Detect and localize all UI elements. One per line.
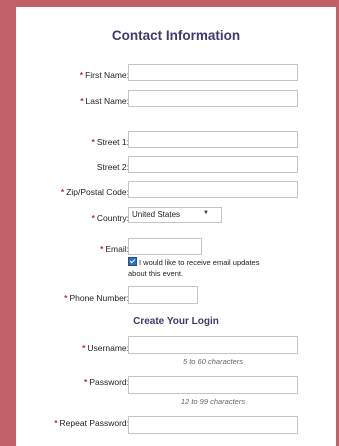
password-input[interactable] (128, 376, 298, 394)
email-updates-checkbox[interactable] (128, 257, 137, 266)
required-marker: * (60, 187, 65, 197)
street1-label: * Street 1: (92, 137, 129, 147)
username-input[interactable] (128, 336, 298, 354)
repeat-password-input[interactable] (128, 416, 298, 434)
zip-label-text: Zip/Postal Code: (66, 187, 129, 197)
first-name-label: * First Name: (80, 70, 129, 80)
username-label-text: Username: (87, 343, 129, 353)
phone-label: * Phone Number: (64, 293, 129, 303)
repeat-password-label: * Repeat Password: (54, 418, 129, 428)
email-input[interactable] (128, 238, 202, 255)
first-name-label-text: First Name: (85, 70, 129, 80)
username-label: * Username: (82, 343, 129, 353)
first-name-input[interactable] (128, 64, 298, 81)
last-name-label-text: Last Name: (85, 96, 129, 106)
email-updates-text: I would like to receive email updates ab… (128, 258, 260, 278)
phone-label-text: Phone Number: (69, 293, 129, 303)
password-label-text: Password: (89, 377, 129, 387)
country-selected-value: United States (132, 210, 181, 219)
password-hint: 12 to 99 characters (180, 397, 246, 406)
dropdown-arrow-icon: ▼ (203, 210, 209, 216)
required-marker: * (79, 70, 84, 80)
email-updates-option: I would like to receive email updates ab… (128, 257, 278, 279)
country-select[interactable]: United States ▼ (128, 207, 222, 223)
username-hint: 5 to 60 characters (182, 357, 244, 366)
street1-input[interactable] (128, 131, 298, 148)
required-marker: * (84, 377, 88, 387)
top-border (0, 0, 339, 7)
create-login-heading: Create Your Login (133, 316, 219, 327)
country-label-text: Country: (96, 213, 129, 223)
street2-input[interactable] (128, 156, 298, 173)
left-border (0, 0, 16, 446)
contact-information-heading: Contact Information (111, 28, 241, 43)
registration-form-panel: Contact Information * First Name: * Last N… (16, 7, 336, 446)
required-marker: * (64, 293, 68, 303)
required-marker: * (91, 213, 95, 223)
repeat-password-label-text: Repeat Password: (59, 418, 129, 428)
required-marker: * (80, 96, 84, 106)
street2-label-text: Street 2: (96, 162, 129, 172)
phone-input[interactable] (128, 286, 198, 304)
password-label: * Password: (84, 377, 129, 387)
required-marker: * (54, 418, 58, 428)
country-label: * Country: (92, 213, 129, 223)
email-label: * Email: (100, 244, 129, 254)
zip-input[interactable] (128, 181, 298, 198)
street2-label: Street 2: (97, 162, 129, 172)
zip-label: * Zip/Postal Code: (61, 187, 129, 197)
street1-label-text: Street 1: (96, 137, 129, 147)
email-label-text: Email: (105, 244, 129, 254)
required-marker: * (100, 244, 104, 254)
required-marker: * (82, 343, 86, 353)
last-name-input[interactable] (128, 90, 298, 107)
required-marker: * (91, 137, 95, 147)
last-name-label: * Last Name: (80, 96, 129, 106)
